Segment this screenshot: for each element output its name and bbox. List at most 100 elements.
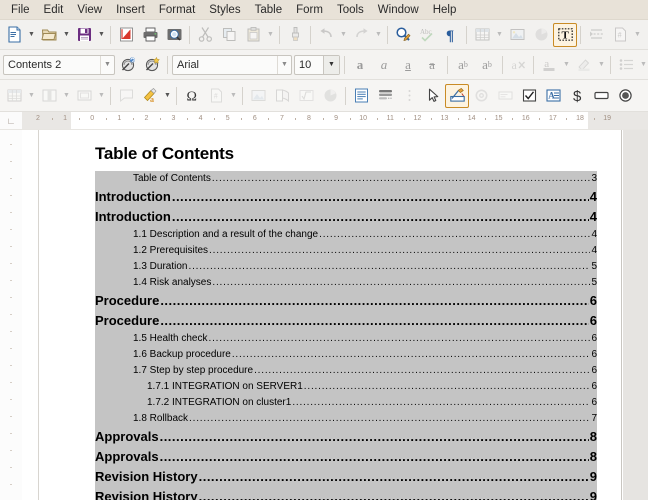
- toc-entry-text: Revision History: [95, 469, 198, 484]
- font-name-combobox[interactable]: Arial ▼: [172, 54, 292, 75]
- font-name-dropdown-icon[interactable]: ▼: [277, 55, 291, 74]
- horizontal-ruler[interactable]: 2 1 0 1 2 3 4 5 6 7 8 9 10 11 12 13 14 15 16 17 18 19: [22, 112, 648, 129]
- toc-leader-dots: ........................................…: [171, 189, 589, 204]
- open-document-dropdown-icon[interactable]: ▼: [61, 23, 72, 47]
- toc-entry[interactable]: 1.8 Rollback............................…: [95, 411, 597, 427]
- toolbar-separator: [345, 86, 346, 105]
- toc-entry[interactable]: Procedure...............................…: [95, 311, 597, 331]
- menu-bar: File Edit View Insert Format Styles Table Form T…: [0, 0, 648, 20]
- ruler-subtick: [78, 118, 80, 120]
- save-dropdown-icon[interactable]: ▼: [96, 23, 107, 47]
- toc-entry[interactable]: Introduction............................…: [95, 207, 597, 227]
- new-document-icon[interactable]: [2, 23, 26, 47]
- insert-comment-icon: [114, 84, 138, 108]
- document-page[interactable]: Table of Contents Table of Contents.....…: [38, 130, 622, 500]
- new-style-icon[interactable]: [140, 53, 164, 77]
- vruler-subtick: [10, 484, 12, 485]
- paragraph-style-combobox[interactable]: Contents 2 ▼: [3, 54, 115, 75]
- character-highlighting-dropdown-icon[interactable]: ▼: [162, 84, 173, 108]
- toc-entry[interactable]: Table of Contents.......................…: [95, 171, 597, 187]
- export-pdf-icon[interactable]: [114, 23, 138, 47]
- toc-entry[interactable]: 1.5 Health check........................…: [95, 331, 597, 347]
- right-margin-indicator[interactable]: [588, 112, 648, 129]
- menu-styles[interactable]: Styles: [202, 1, 247, 19]
- toolbar-separator: [279, 25, 280, 44]
- menu-help[interactable]: Help: [426, 1, 464, 19]
- toc-entry[interactable]: 1.3 Duration............................…: [95, 259, 597, 275]
- toc-entry[interactable]: Revision History........................…: [95, 467, 597, 487]
- character-highlighting-icon[interactable]: a: [138, 84, 162, 108]
- menu-file[interactable]: File: [4, 1, 37, 19]
- font-size-combobox[interactable]: 10 ▼: [294, 54, 340, 75]
- toc-entry[interactable]: 1.7.1 INTEGRATION on SERVER1............…: [95, 379, 597, 395]
- toc-leader-dots: ........................................…: [171, 209, 589, 224]
- toc-entry[interactable]: 1.1 Description and a result of the chan…: [95, 227, 597, 243]
- toc-entry[interactable]: 1.7.2 INTEGRATION on cluster1...........…: [95, 395, 597, 411]
- toc-entry[interactable]: 1.7 Step by step procedure..............…: [95, 363, 597, 379]
- find-replace-icon[interactable]: [391, 23, 415, 47]
- menu-view[interactable]: View: [70, 1, 109, 19]
- menu-insert[interactable]: Insert: [109, 1, 152, 19]
- spelling-icon: Abc: [415, 23, 439, 47]
- insert-text-box-icon[interactable]: T: [553, 22, 577, 47]
- ruler-tick: 8: [307, 115, 311, 122]
- label-field-icon[interactable]: A: [541, 84, 565, 108]
- vruler-subtick: [10, 416, 12, 417]
- toc-entry-text: 1.6 Backup procedure: [133, 349, 231, 360]
- menu-format[interactable]: Format: [152, 1, 202, 19]
- update-style-icon[interactable]: [116, 53, 140, 77]
- vertical-ruler[interactable]: [0, 130, 22, 500]
- highlighting-icon: [572, 53, 596, 77]
- formatting-marks-icon[interactable]: ¶: [439, 23, 463, 47]
- paragraph-style-dropdown-icon[interactable]: ▼: [100, 55, 114, 74]
- table-of-contents-index[interactable]: Table of Contents.......................…: [95, 170, 597, 500]
- toc-entry[interactable]: Procedure...............................…: [95, 291, 597, 311]
- menu-edit[interactable]: Edit: [37, 1, 71, 19]
- document-viewport[interactable]: Table of Contents Table of Contents.....…: [22, 130, 648, 500]
- toc-entry[interactable]: 1.4 Risk analyses.......................…: [95, 275, 597, 291]
- ruler-subtick: [322, 118, 324, 120]
- design-mode-icon[interactable]: [445, 83, 469, 108]
- menu-table[interactable]: Table: [248, 1, 290, 19]
- toc-entry[interactable]: Approvals...............................…: [95, 447, 597, 467]
- special-character-icon[interactable]: Ω: [180, 84, 204, 108]
- toc-entry-text: 1.7.1 INTEGRATION on SERVER1: [147, 381, 303, 392]
- check-box-icon[interactable]: [517, 84, 541, 108]
- save-icon[interactable]: [72, 23, 96, 47]
- text-form-field-icon[interactable]: [349, 84, 373, 108]
- ruler-subtick: [349, 118, 351, 120]
- toc-page-number: 7: [591, 413, 597, 424]
- option-button-icon[interactable]: [613, 84, 637, 108]
- toc-entry[interactable]: Introduction............................…: [95, 187, 597, 207]
- toc-entry[interactable]: Revision History........................…: [95, 487, 597, 500]
- toc-leader-dots: ........................................…: [160, 293, 589, 308]
- menu-window[interactable]: Window: [371, 1, 426, 19]
- toc-page-number: 4: [589, 209, 597, 224]
- svg-text:#: #: [213, 92, 217, 101]
- document-body[interactable]: Table of Contents Table of Contents.....…: [39, 130, 621, 500]
- toc-entry[interactable]: Approvals...............................…: [95, 427, 597, 447]
- insert-image-icon: [505, 23, 529, 47]
- toc-page-number: 6: [589, 313, 597, 328]
- print-icon[interactable]: [138, 23, 162, 47]
- vruler-subtick: [10, 246, 12, 247]
- new-document-dropdown-icon[interactable]: ▼: [26, 23, 37, 47]
- toc-entry[interactable]: 1.6 Backup procedure....................…: [95, 347, 597, 363]
- currency-field-icon[interactable]: $: [565, 84, 589, 108]
- vruler-subtick: [10, 178, 12, 179]
- toolbar-separator: [387, 25, 388, 44]
- select-tool-icon[interactable]: [421, 84, 445, 108]
- insert-field-dropdown-icon: ▼: [230, 92, 237, 99]
- font-size-value: 10: [299, 58, 312, 71]
- menu-tools[interactable]: Tools: [330, 1, 371, 19]
- ruler-subtick: [458, 118, 460, 120]
- form-navigator-icon[interactable]: [373, 84, 397, 108]
- tab-stop-icon[interactable]: ∟: [0, 112, 22, 129]
- open-document-icon[interactable]: [37, 23, 61, 47]
- menu-form[interactable]: Form: [289, 1, 330, 19]
- font-size-dropdown-icon[interactable]: ▼: [323, 55, 339, 74]
- toc-entry[interactable]: 1.2 Prerequisites.......................…: [95, 243, 597, 259]
- print-preview-icon[interactable]: [162, 23, 186, 47]
- text-box-icon[interactable]: [589, 84, 613, 108]
- insert-frame-icon: [72, 84, 96, 108]
